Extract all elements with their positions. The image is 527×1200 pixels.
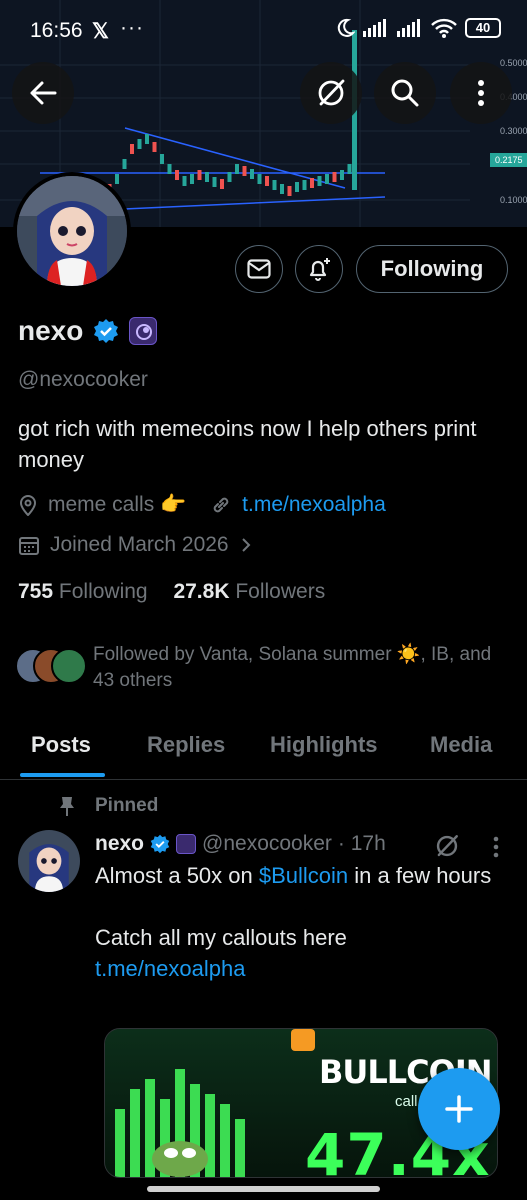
avatar-image [17,176,127,286]
tweet-time: · 17h [337,832,386,855]
cashtag-link[interactable]: $Bullcoin [259,863,348,888]
arrow-left-icon [30,81,57,105]
more-notifications-icon: ··· [120,16,144,39]
battery-indicator: 40 [465,18,501,38]
message-button[interactable] [235,245,283,293]
status-icons: 40 [335,18,501,38]
tweet-link[interactable]: t.me/nexoalpha [95,956,245,981]
signal-icon-2 [397,19,420,37]
profile-stats: 755 Following 27.8K Followers [18,580,325,604]
profile-meta-row: meme calls 👉 t.me/nexoalpha [18,493,386,517]
profile-website-link[interactable]: t.me/nexoalpha [242,493,386,517]
notifications-button[interactable] [295,245,343,293]
tab-highlights[interactable]: Highlights [270,732,378,758]
search-icon [391,79,419,107]
tab-media[interactable]: Media [430,732,492,758]
tweet-author-name[interactable]: nexo [95,832,144,856]
more-vertical-icon [478,80,484,106]
moon-icon [337,18,355,37]
more-options-button[interactable] [450,62,512,124]
profile-name-row: nexo [18,315,158,347]
affiliate-badge-icon[interactable] [129,317,158,345]
plus-icon [445,1095,473,1123]
joined-row[interactable]: Joined March 2026 [18,533,253,557]
followers-you-know-avatars[interactable] [15,648,87,686]
location-pin-icon [19,495,37,516]
profile-handle: @nexocooker [18,368,148,391]
tweet-avatar[interactable] [18,830,80,892]
back-button[interactable] [12,62,74,124]
tweet-author-handle[interactable]: @nexocooker [202,832,332,856]
following-stat[interactable]: 755 Following [18,580,148,603]
tab-replies[interactable]: Replies [147,732,225,758]
profile-location: meme calls 👉 [48,493,187,516]
profile-name: nexo [18,315,84,346]
wifi-icon [431,18,457,38]
tweet-header: nexo @nexocooker · 17h [95,832,386,856]
compose-post-button[interactable] [418,1068,500,1150]
envelope-icon [247,259,271,279]
status-time: 16:56 [30,19,83,42]
chevron-right-icon [241,538,251,552]
x-logo-icon: 𝕏 [92,20,109,43]
home-indicator-bar[interactable] [147,1186,380,1192]
tab-posts[interactable]: Posts [31,732,91,758]
following-button[interactable]: Following [356,245,508,293]
followed-by-text[interactable]: Followed by Vanta, Solana summer ☀️, IB,… [93,642,503,694]
profile-tabs: Posts Replies Highlights Media [0,724,527,780]
price-label-5: 0.1000 [500,195,527,205]
active-tab-indicator [20,773,105,777]
search-button[interactable] [374,62,436,124]
price-label-current: 0.2175 [495,155,523,165]
pinned-label: Pinned [95,795,159,816]
bell-plus-icon [309,258,330,281]
profile-avatar[interactable] [13,172,131,290]
tweet-text: Almost a 50x on $Bullcoin in a few hours… [95,863,492,981]
pin-icon [60,797,74,816]
grok-button[interactable] [300,62,362,124]
tweet-more-icon[interactable] [493,836,499,858]
tweet-verified-badge-icon [150,834,170,854]
profile-joined-date: Joined March 2026 [50,533,229,556]
tweet-affiliate-badge-icon [176,834,197,854]
tweet-grok-icon[interactable] [434,833,460,859]
media-subtitle: call [395,1093,418,1110]
calendar-icon [19,537,39,555]
followers-stat[interactable]: 27.8K Followers [173,580,325,603]
tweet-avatar-image [18,830,80,892]
status-bar: 16:56 𝕏 ··· 40 [0,0,527,64]
verified-badge-icon[interactable] [93,318,119,344]
profile-bio: got rich with memecoins now I help other… [18,416,477,472]
price-label-3: 0.3000 [500,126,527,136]
link-icon [213,497,229,513]
grok-icon [318,79,345,106]
signal-icon [363,19,386,37]
mutual-avatar-3 [51,648,87,684]
